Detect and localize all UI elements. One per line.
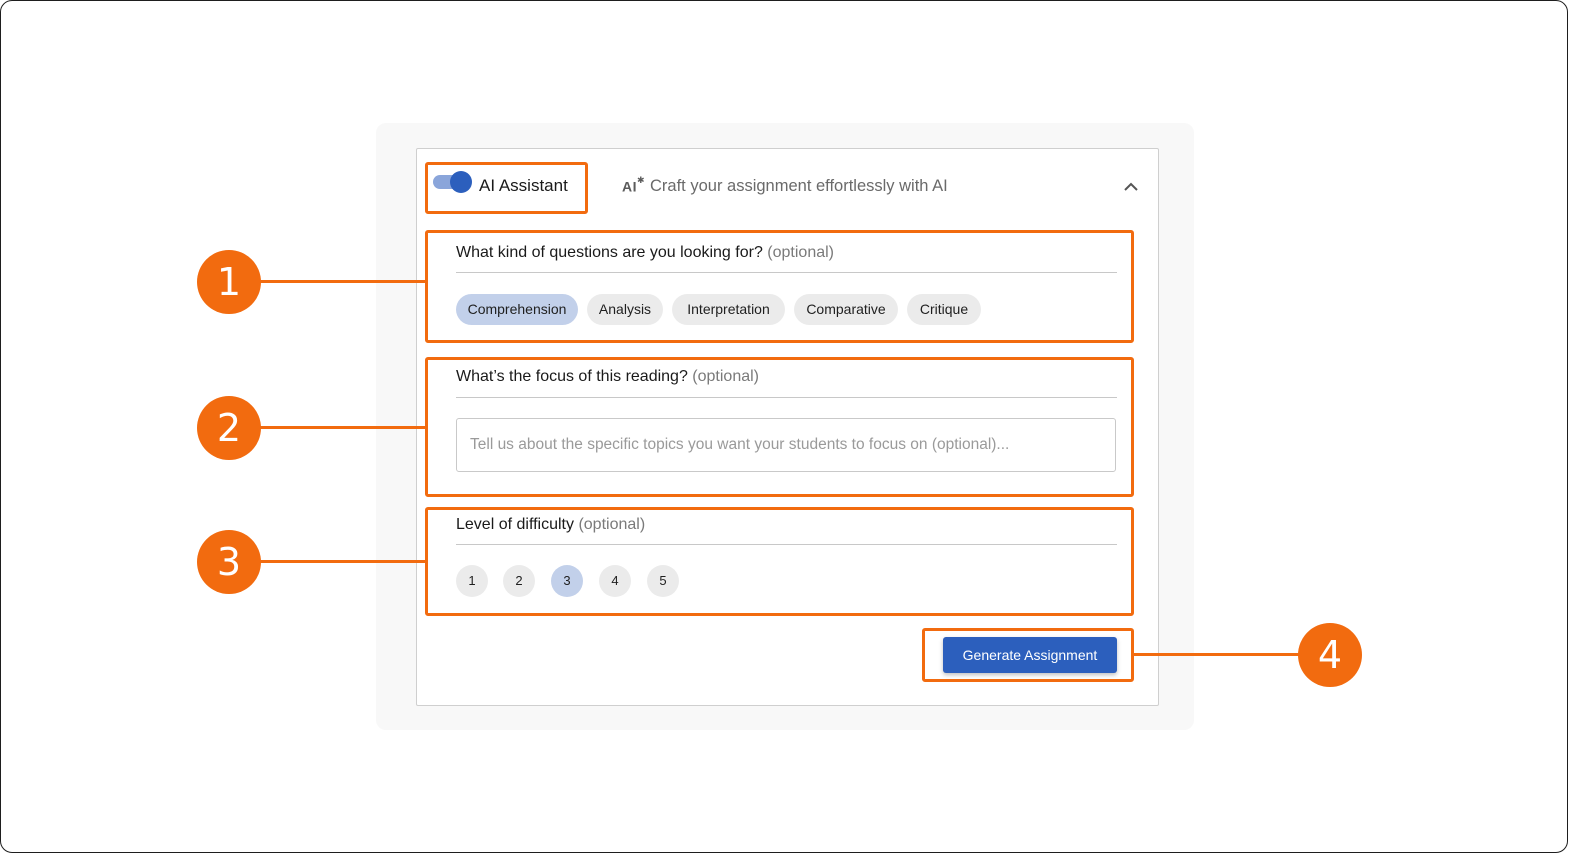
annotation-marker-3: 3 (197, 530, 261, 594)
highlight-focus (425, 357, 1134, 497)
connector-line (1133, 653, 1301, 656)
highlight-question-types (425, 230, 1134, 343)
highlight-difficulty (425, 507, 1134, 616)
ai-sparkle-icon: AI✱ (622, 175, 646, 195)
connector-line (259, 560, 426, 563)
annotation-marker-1: 1 (197, 250, 261, 314)
highlight-toggle (425, 162, 588, 214)
annotation-marker-4: 4 (1298, 623, 1362, 687)
annotation-marker-2: 2 (197, 396, 261, 460)
connector-line (259, 426, 426, 429)
connector-line (259, 280, 426, 283)
highlight-generate (922, 628, 1134, 682)
chevron-up-icon[interactable] (1123, 180, 1139, 194)
ai-tagline: Craft your assignment effortlessly with … (650, 177, 948, 195)
